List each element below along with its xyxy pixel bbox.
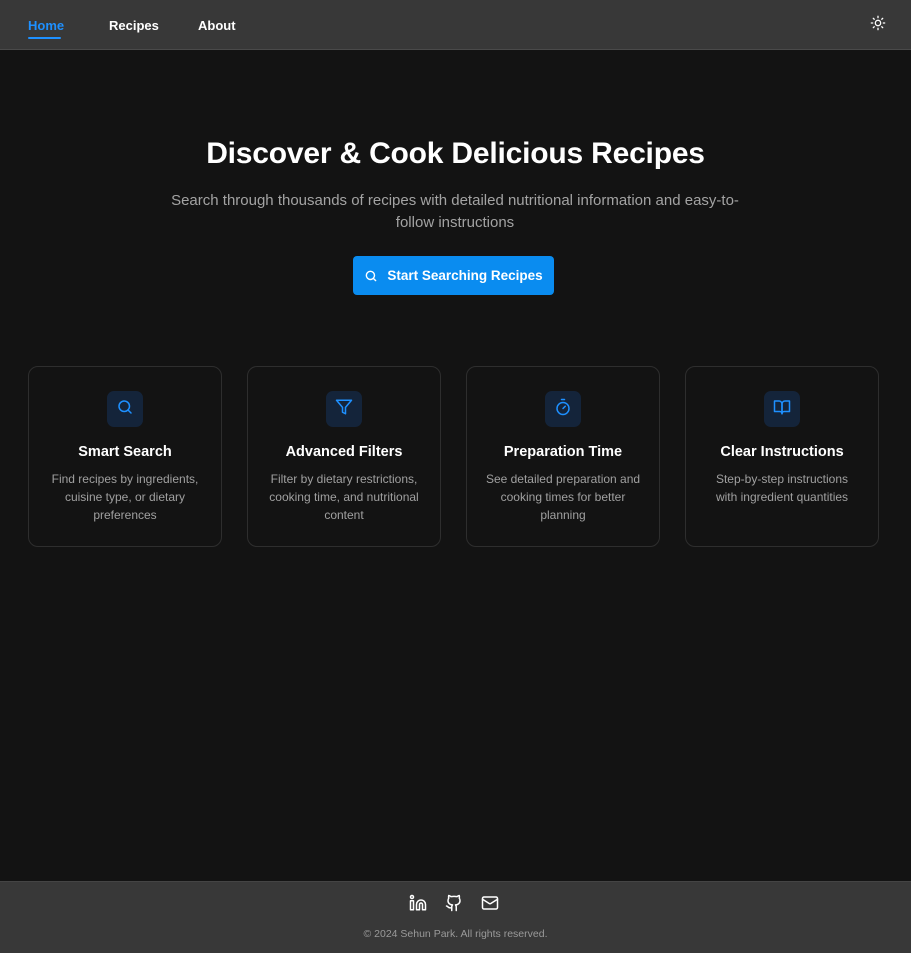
feature-title: Smart Search xyxy=(78,444,172,460)
feature-card-smart-search: Smart Search Find recipes by ingredients… xyxy=(28,366,222,547)
feature-icon-tile xyxy=(107,391,143,427)
nav-link-recipes[interactable]: Recipes xyxy=(109,17,159,34)
nav-active-indicator xyxy=(28,37,61,39)
copyright-text: © 2024 Sehun Park. All rights reserved. xyxy=(363,928,548,940)
feature-card-preparation-time: Preparation Time See detailed preparatio… xyxy=(466,366,660,547)
book-open-icon xyxy=(773,398,791,421)
feature-icon-tile xyxy=(545,391,581,427)
feature-icon-tile xyxy=(326,391,362,427)
timer-icon xyxy=(554,398,572,421)
github-icon xyxy=(445,894,463,917)
theme-toggle-button[interactable] xyxy=(868,15,888,35)
feature-title: Preparation Time xyxy=(503,444,623,460)
feature-title: Clear Instructions xyxy=(720,444,844,460)
email-link[interactable] xyxy=(480,895,500,915)
search-icon xyxy=(364,269,378,283)
filter-icon xyxy=(335,398,353,421)
top-navbar: Home Recipes About xyxy=(0,0,911,50)
nav-link-home[interactable]: Home xyxy=(28,17,64,34)
start-searching-button[interactable]: Start Searching Recipes xyxy=(353,256,554,295)
feature-description: See detailed preparation and cooking tim… xyxy=(485,472,641,522)
linkedin-icon xyxy=(409,894,427,917)
hero-title: Discover & Cook Delicious Recipes xyxy=(206,137,705,170)
feature-card-advanced-filters: Advanced Filters Filter by dietary restr… xyxy=(247,366,441,547)
feature-description: Find recipes by ingredients, cuisine typ… xyxy=(51,472,199,522)
feature-description: Step-by-step instructions with ingredien… xyxy=(715,472,849,504)
sun-icon xyxy=(870,15,886,36)
feature-title: Advanced Filters xyxy=(285,444,403,460)
site-footer: © 2024 Sehun Park. All rights reserved. xyxy=(0,881,911,953)
feature-icon-tile xyxy=(764,391,800,427)
feature-card-clear-instructions: Clear Instructions Step-by-step instruct… xyxy=(685,366,879,547)
nav-link-about[interactable]: About xyxy=(198,17,236,34)
start-searching-label: Start Searching Recipes xyxy=(387,268,543,283)
hero-subtitle: Search through thousands of recipes with… xyxy=(171,192,739,231)
feature-description: Filter by dietary restrictions, cooking … xyxy=(269,472,419,522)
mail-icon xyxy=(481,894,499,917)
search-icon xyxy=(116,398,134,421)
github-link[interactable] xyxy=(444,894,464,917)
linkedin-link[interactable] xyxy=(408,894,428,917)
